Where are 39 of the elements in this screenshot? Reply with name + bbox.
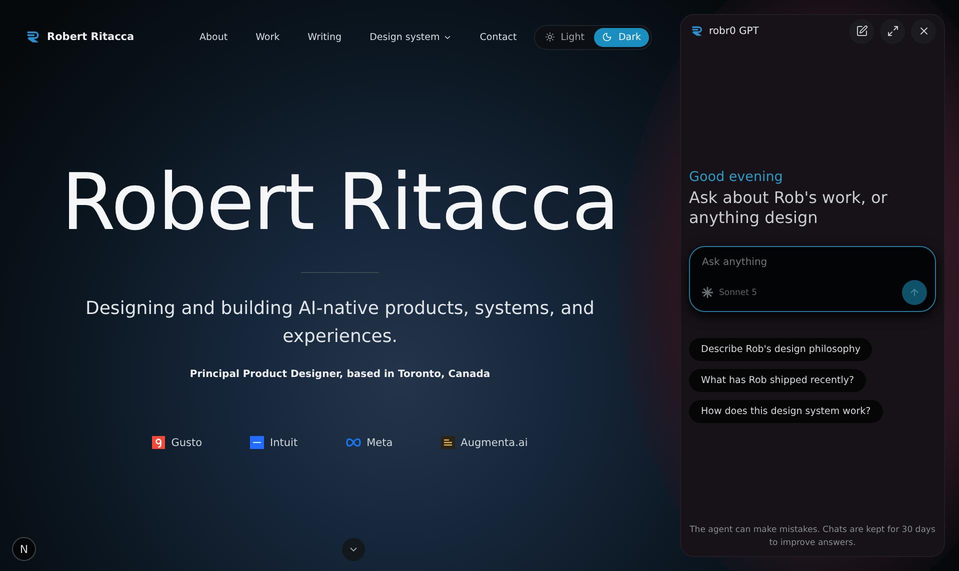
nav-link[interactable]: Contact: [468, 32, 528, 42]
new-chat-button[interactable]: [849, 18, 874, 44]
company-name: Augmenta.ai: [460, 436, 528, 448]
logo-icon: [26, 31, 40, 43]
disclaimer-text: The agent can make mistakes. Chats are kept for 30 days to improve answers.: [689, 524, 936, 550]
company-logo-icon: [440, 436, 455, 449]
starburst-icon: [702, 287, 713, 298]
close-button[interactable]: [911, 18, 936, 44]
company-logo-icon: [152, 436, 166, 449]
chat-title: robr0 GPT: [709, 26, 760, 36]
expand-icon: [886, 25, 898, 37]
suggestion-chip[interactable]: What has Rob shipped recently?: [689, 369, 866, 392]
brand-name[interactable]: Robert Ritacca: [47, 31, 134, 43]
moon-icon: [602, 32, 612, 42]
dev-badge[interactable]: N: [12, 537, 36, 561]
company-name: Gusto: [171, 436, 202, 448]
infinity-icon: [346, 438, 361, 447]
suggestion-chip[interactable]: How does this design system work?: [689, 400, 883, 423]
sun-icon: [544, 32, 555, 42]
nav-link[interactable]: Work: [244, 32, 291, 42]
send-button[interactable]: [902, 280, 927, 305]
company-logo-icon: [250, 436, 264, 449]
nav-link[interactable]: Design system: [358, 32, 463, 42]
theme-option[interactable]: Light: [536, 28, 592, 46]
greeting-text: Good evening: [689, 169, 784, 185]
company-name: Intuit: [270, 436, 298, 448]
company-name: Meta: [366, 436, 393, 448]
logo-icon: [691, 26, 703, 36]
expand-button[interactable]: [880, 18, 905, 44]
hero-title: Robert Ritacca: [61, 158, 619, 248]
role-text: Principal Product Designer, based in Toronto, Canada: [190, 369, 490, 380]
chat-prompt: Ask about Rob's work, or anything design: [689, 188, 888, 228]
hero-subtitle: Designing and building AI-native products, systems, and experiences.: [84, 297, 596, 349]
suggestion-chip[interactable]: Describe Rob's design philosophy: [689, 338, 872, 361]
nav-link[interactable]: Writing: [296, 32, 353, 42]
edit-icon: [856, 25, 868, 37]
close-icon: [918, 25, 930, 37]
arrow-up-icon: [909, 287, 920, 298]
nav-link[interactable]: About: [188, 32, 239, 42]
